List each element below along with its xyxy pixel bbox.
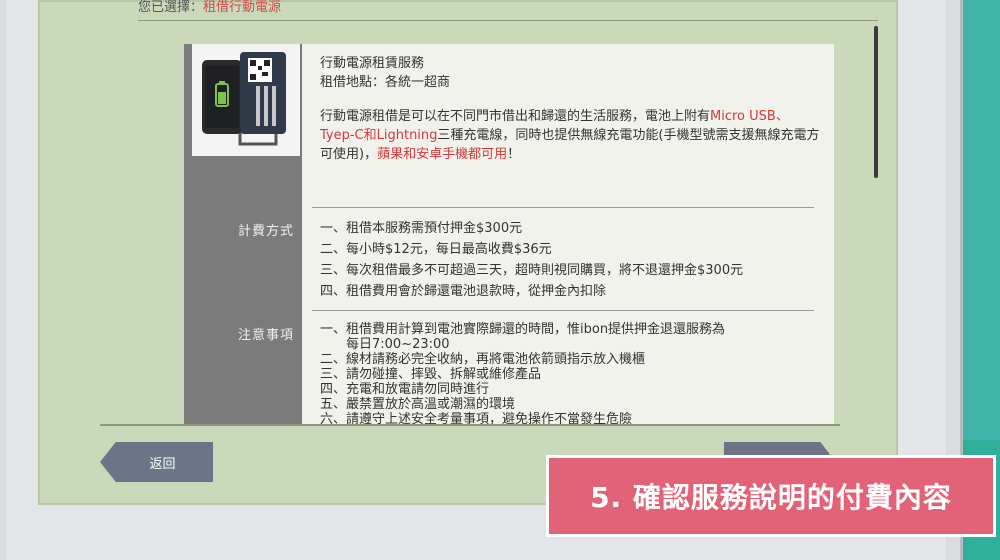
service-description: 行動電源租借是可以在不同門市借出和歸還的生活服務，電池上附有Micro USB、… [320,107,820,164]
service-location: 租借地點：各統一超商 [320,75,451,90]
note-item: 六、請遵守上述安全考量事項，避免操作不當發生危險 [320,412,633,424]
fees-list: 一、租借本服務需預付押金$300元 二、每小時$12元，每日最高收費$36元 三… [320,218,820,302]
note-item: 二、線材請務必完全收納，再將電池依箭頭指示放入機櫃 [320,352,646,367]
note-item: 每日7:00~23:00 [320,337,450,352]
power-bank-image [192,44,300,156]
notes-section: 一、租借費用計算到電池實際歸還的時間，惟ibon提供押金退還服務為 每日7:00… [320,322,820,424]
desc-highlight-2: 蘋果和安卓手機都可用 [377,147,508,162]
note-item: 三、請勿碰撞、摔毀、拆解或維修產品 [320,367,542,382]
desc-text-3: ！ [507,147,521,162]
fees-section: 一、租借本服務需預付押金$300元 二、每小時$12元，每日最高收費$36元 三… [320,218,820,302]
service-intro: 行動電源租賃服務 租借地點：各統一超商 行動電源租借是可以在不同門市借出和歸還的… [320,54,820,164]
notes-label: 注意事項 [237,328,294,343]
fee-item: 三、每次租借最多不可超過三天，超時則視同購買，將不退還押金$300元 [320,263,744,278]
service-detail-panel[interactable]: 行動電源租賃服務 租借地點：各統一超商 行動電源租借是可以在不同門市借出和歸還的… [184,44,834,424]
kiosk-screen: 您已選擇：租借行動電源 行動電源租賃服務 租借地點：各統一超商 行動電源租借是可… [38,0,898,505]
back-button[interactable]: 返回 [100,442,213,482]
desc-text-1: 行動電源租借是可以在不同門市借出和歸還的生活服務，電池上附有 [320,109,711,124]
top-divider [138,20,878,21]
selected-value: 租借行動電源 [203,0,282,15]
note-item: 四、充電和放電請勿同時進行 [320,382,490,397]
power-bank-icon [192,44,300,156]
selected-prefix: 您已選擇： [138,0,204,15]
step-caption: 5. 確認服務說明的付費內容 [546,455,996,537]
section-divider-1 [312,207,814,208]
fee-item: 二、每小時$12元，每日最高收費$36元 [320,242,552,257]
fee-item: 四、租借費用會於歸還電池退款時，從押金內扣除 [320,284,607,299]
notes-list: 一、租借費用計算到電池實際歸還的時間，惟ibon提供押金退還服務為 每日7:00… [320,322,820,424]
panel-scrollbar[interactable] [874,26,878,178]
service-title: 行動電源租賃服務 [320,56,425,71]
fees-label: 計費方式 [237,224,294,239]
note-item: 五、嚴禁置放於高溫或潮濕的環境 [320,397,516,412]
section-divider-2 [312,310,814,311]
selected-service-line: 您已選擇：租借行動電源 [138,0,281,16]
note-item: 一、租借費用計算到電池實際歸還的時間，惟ibon提供押金退還服務為 [320,322,726,337]
fee-item: 一、租借本服務需預付押金$300元 [320,221,523,236]
bottom-divider [100,424,840,426]
